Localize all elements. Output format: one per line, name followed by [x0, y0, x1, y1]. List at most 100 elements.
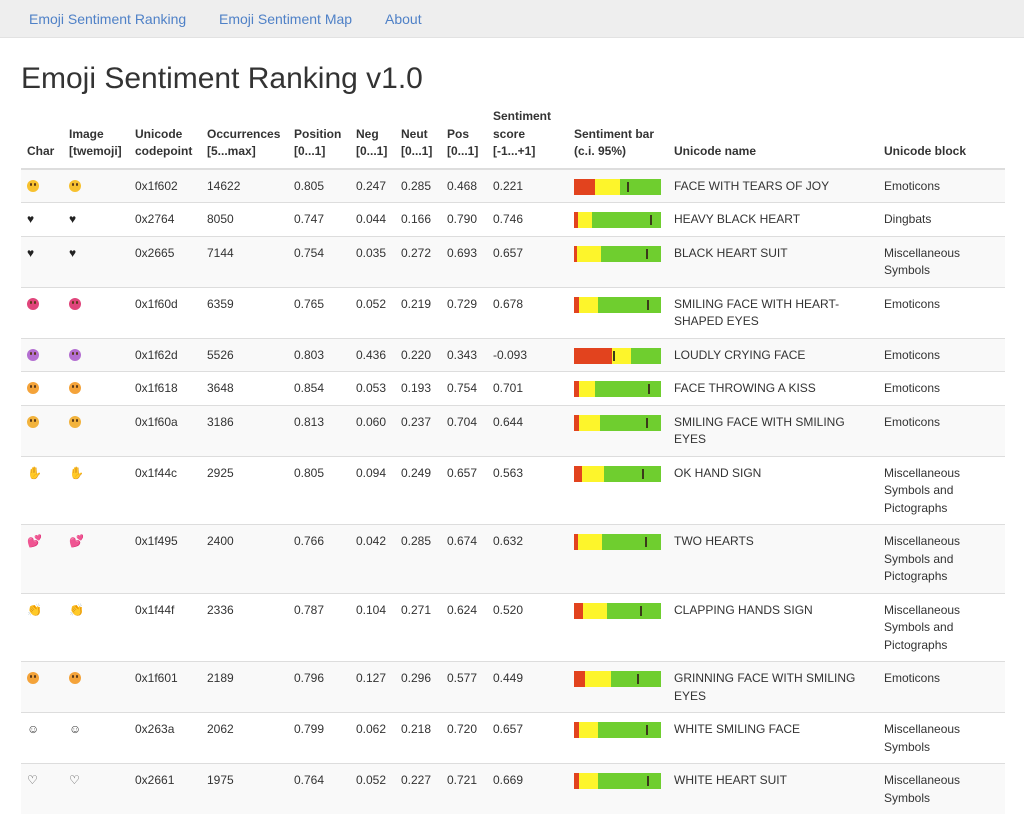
cell-neut: 0.220: [395, 338, 441, 372]
sentiment-bar-neutral: [579, 297, 598, 313]
sentiment-bar-marker: [646, 418, 648, 428]
col-header-pos[interactable]: Pos[0...1]: [441, 108, 487, 169]
sentiment-bar-positive: [607, 603, 661, 619]
cell-neg: 0.060: [350, 405, 395, 456]
cell-sentiment-bar: [568, 456, 668, 525]
cell-score: 0.221: [487, 169, 568, 203]
col-header-char[interactable]: Char: [21, 108, 63, 169]
two-hearts-icon: 💕: [69, 535, 84, 547]
col-header-unicode-block[interactable]: Unicode block: [878, 108, 1005, 169]
cell-image: 👏: [63, 593, 129, 662]
two-hearts-icon: 💕: [27, 535, 42, 547]
cell-position: 0.799: [288, 713, 350, 764]
cell-pos: 0.720: [441, 713, 487, 764]
cell-neut: 0.272: [395, 236, 441, 287]
cell-position: 0.747: [288, 203, 350, 237]
cell-neg: 0.062: [350, 713, 395, 764]
smiling-face-with-smiling-eyes-icon: [69, 416, 81, 428]
cell-unicode-block: Miscellaneous Symbols and Pictographs: [878, 456, 1005, 525]
cell-unicode-block: Emoticons: [878, 662, 1005, 713]
cell-position: 0.854: [288, 372, 350, 406]
col-header-position[interactable]: Position[0...1]: [288, 108, 350, 169]
sentiment-bar-marker: [627, 182, 629, 192]
cell-sentiment-bar: [568, 287, 668, 338]
sentiment-bar-neutral: [582, 466, 604, 482]
cell-codepoint: 0x2661: [129, 764, 201, 814]
cell-unicode-block: Miscellaneous Symbols: [878, 236, 1005, 287]
sentiment-bar-neutral: [578, 212, 592, 228]
table-row: ✋✋0x1f44c29250.8050.0940.2490.6570.563OK…: [21, 456, 1005, 525]
cell-neut: 0.249: [395, 456, 441, 525]
cell-codepoint: 0x263a: [129, 713, 201, 764]
ok-hand-sign-icon: ✋: [69, 467, 84, 479]
table-row: 👏👏0x1f44f23360.7870.1040.2710.6240.520CL…: [21, 593, 1005, 662]
sentiment-bar: [574, 773, 661, 789]
sentiment-bar: [574, 722, 661, 738]
cell-pos: 0.721: [441, 764, 487, 814]
cell-unicode-block: Emoticons: [878, 287, 1005, 338]
sentiment-bar-neutral: [579, 415, 600, 431]
col-header-sentiment-bar[interactable]: Sentiment bar(c.i. 95%): [568, 108, 668, 169]
cell-neg: 0.053: [350, 372, 395, 406]
sentiment-bar-positive: [600, 415, 661, 431]
clapping-hands-sign-icon: 👏: [27, 604, 42, 616]
cell-image: ♥: [63, 203, 129, 237]
cell-sentiment-bar: [568, 169, 668, 203]
cell-codepoint: 0x1f44f: [129, 593, 201, 662]
cell-score: 0.449: [487, 662, 568, 713]
sentiment-bar: [574, 381, 661, 397]
cell-sentiment-bar: [568, 405, 668, 456]
cell-score: 0.657: [487, 236, 568, 287]
cell-codepoint: 0x1f44c: [129, 456, 201, 525]
sentiment-bar-negative: [574, 179, 595, 195]
cell-unicode-block: Miscellaneous Symbols and Pictographs: [878, 593, 1005, 662]
cell-position: 0.805: [288, 169, 350, 203]
cell-pos: 0.790: [441, 203, 487, 237]
col-header-neg[interactable]: Neg[0...1]: [350, 108, 395, 169]
sentiment-bar-marker: [650, 215, 652, 225]
cell-char: [21, 287, 63, 338]
sentiment-bar-neutral: [579, 722, 598, 738]
col-header-occurrences[interactable]: Occurrences[5...max]: [201, 108, 288, 169]
col-header-score[interactable]: Sentimentscore[-1...+1]: [487, 108, 568, 169]
cell-char: 💕: [21, 525, 63, 594]
cell-occurrences: 1975: [201, 764, 288, 814]
sentiment-bar-positive: [602, 534, 661, 550]
sentiment-bar-neutral: [578, 534, 603, 550]
sentiment-bar-neutral: [579, 381, 596, 397]
heavy-black-heart-icon: ♥: [27, 213, 34, 225]
cell-occurrences: 2925: [201, 456, 288, 525]
cell-position: 0.754: [288, 236, 350, 287]
col-header-neut[interactable]: Neut[0...1]: [395, 108, 441, 169]
nav-link-about[interactable]: About: [385, 11, 422, 27]
cell-neg: 0.247: [350, 169, 395, 203]
cell-score: 0.669: [487, 764, 568, 814]
sentiment-bar-marker: [647, 300, 649, 310]
table-row: ♥♥0x276480500.7470.0440.1660.7900.746HEA…: [21, 203, 1005, 237]
sentiment-bar: [574, 212, 661, 228]
cell-unicode-block: Emoticons: [878, 338, 1005, 372]
cell-occurrences: 7144: [201, 236, 288, 287]
cell-unicode-name: SMILING FACE WITH SMILING EYES: [668, 405, 878, 456]
cell-neg: 0.104: [350, 593, 395, 662]
col-header-unicode-name[interactable]: Unicode name: [668, 108, 878, 169]
cell-occurrences: 2062: [201, 713, 288, 764]
cell-sentiment-bar: [568, 662, 668, 713]
cell-occurrences: 2336: [201, 593, 288, 662]
cell-image: 💕: [63, 525, 129, 594]
sentiment-bar-neutral: [585, 671, 611, 687]
sentiment-bar-marker: [613, 351, 615, 361]
table-row: 0x1f60d63590.7650.0520.2190.7290.678SMIL…: [21, 287, 1005, 338]
cell-occurrences: 5526: [201, 338, 288, 372]
sentiment-bar-positive: [631, 348, 661, 364]
cell-pos: 0.754: [441, 372, 487, 406]
cell-char: ♡: [21, 764, 63, 814]
nav-link-map[interactable]: Emoji Sentiment Map: [219, 11, 352, 27]
col-header-codepoint[interactable]: Unicodecodepoint: [129, 108, 201, 169]
table-row: 0x1f60121890.7960.1270.2960.5770.449GRIN…: [21, 662, 1005, 713]
col-header-image[interactable]: Image[twemoji]: [63, 108, 129, 169]
cell-score: 0.520: [487, 593, 568, 662]
cell-position: 0.803: [288, 338, 350, 372]
sentiment-bar: [574, 179, 661, 195]
nav-link-ranking[interactable]: Emoji Sentiment Ranking: [29, 11, 186, 27]
